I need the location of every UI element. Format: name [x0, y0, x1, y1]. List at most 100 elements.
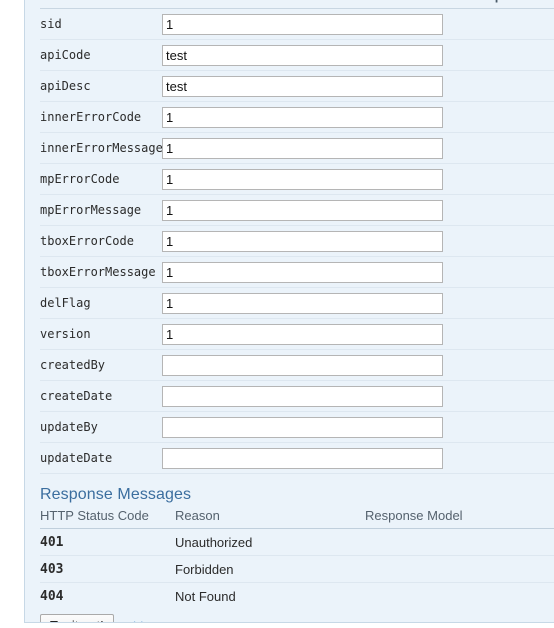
parameter-name-cell: updateDate — [40, 442, 162, 474]
parameter-name-cell: sid — [40, 8, 162, 40]
table-row: mpErrorMessage — [40, 194, 554, 226]
parameter-name-cell: delFlag — [40, 287, 162, 319]
response-model-cell — [365, 528, 554, 556]
parameter-description-cell — [455, 442, 554, 474]
parameter-input-tboxErrorMessage[interactable] — [162, 261, 443, 283]
parameter-input-innerErrorMessage[interactable] — [162, 137, 443, 159]
parameter-value-cell — [162, 70, 455, 102]
operation-inner: Parameter Value Description sidapiCodeap… — [25, 0, 554, 622]
table-row: apiCode — [40, 39, 554, 71]
parameter-input-tboxErrorCode[interactable] — [162, 230, 443, 252]
column-header-description: Description — [455, 0, 554, 9]
parameter-value-cell — [162, 8, 455, 40]
table-row: 404 Not Found — [40, 583, 554, 610]
parameter-value-cell — [162, 256, 455, 288]
parameter-value-cell — [162, 132, 455, 164]
parameter-value-cell — [162, 194, 455, 226]
parameter-name-cell: apiDesc — [40, 70, 162, 102]
reason-cell: Not Found — [175, 588, 236, 604]
parameter-value-cell — [162, 225, 455, 257]
table-row: tboxErrorCode — [40, 225, 554, 257]
parameter-input-createDate[interactable] — [162, 385, 443, 407]
parameter-description-cell — [455, 101, 554, 133]
column-header-parameter: Parameter — [40, 0, 162, 9]
parameter-description-cell — [455, 39, 554, 71]
reason-cell: Forbidden — [175, 555, 365, 583]
parameter-name-cell: mpErrorCode — [40, 163, 162, 195]
column-header-http-status-code: HTTP Status Code — [40, 506, 175, 529]
table-row: 403 Forbidden — [40, 555, 554, 583]
parameter-name-cell: updateBy — [40, 411, 162, 443]
parameter-name-cell: createdBy — [40, 349, 162, 381]
parameter-input-version[interactable] — [162, 323, 443, 345]
parameter-name-cell: mpErrorMessage — [40, 194, 162, 226]
parameter-input-updateDate[interactable] — [162, 447, 443, 469]
parameter-description-cell — [455, 163, 554, 195]
table-row: innerErrorCode — [40, 101, 554, 133]
table-row: delFlag — [40, 287, 554, 319]
parameters-header-row: Parameter Value Description — [40, 0, 554, 9]
parameter-input-mpErrorMessage[interactable] — [162, 199, 443, 221]
parameter-name-cell: innerErrorMessage — [40, 132, 163, 164]
hide-response-link[interactable]: Hide Response — [124, 619, 213, 622]
parameter-value-cell — [162, 101, 455, 133]
screenshot-root: Parameter Value Description sidapiCodeap… — [0, 0, 554, 628]
try-it-out-button[interactable]: Try it out! — [40, 614, 114, 622]
table-row: mpErrorCode — [40, 163, 554, 195]
table-row: sid — [40, 8, 554, 40]
parameter-input-delFlag[interactable] — [162, 292, 443, 314]
parameter-input-mpErrorCode[interactable] — [162, 168, 443, 190]
table-row: updateDate — [40, 442, 554, 474]
parameter-value-cell — [162, 411, 455, 443]
parameter-description-cell — [455, 132, 554, 164]
parameter-input-apiDesc[interactable] — [162, 75, 443, 97]
table-row: updateBy — [40, 411, 554, 443]
parameter-input-createdBy[interactable] — [162, 354, 443, 376]
table-row: version — [40, 318, 554, 350]
parameter-description-cell — [455, 194, 554, 226]
parameter-value-cell — [162, 318, 455, 350]
parameter-name-cell: innerErrorCode — [40, 101, 162, 133]
response-messages-header-row: HTTP Status Code Reason Response Model — [40, 506, 554, 529]
response-messages-table: HTTP Status Code Reason Response Model 4… — [40, 506, 554, 609]
parameter-description-cell — [455, 8, 554, 40]
parameter-name-cell: version — [40, 318, 162, 350]
table-row: 401 Unauthorized — [40, 528, 554, 556]
status-code-cell: 401 — [40, 528, 175, 556]
table-row: createDate — [40, 380, 554, 412]
parameter-value-cell — [162, 380, 455, 412]
parameter-description-cell — [455, 380, 554, 412]
parameter-value-cell — [162, 349, 455, 381]
parameter-description-cell — [455, 411, 554, 443]
parameter-input-apiCode[interactable] — [162, 44, 443, 66]
column-header-reason: Reason — [175, 506, 365, 529]
status-code-cell: 404 — [40, 588, 64, 604]
swagger-operation-content: Parameter Value Description sidapiCodeap… — [24, 0, 554, 623]
parameter-description-cell — [455, 349, 554, 381]
response-messages-title: Response Messages — [40, 486, 192, 503]
response-model-cell — [365, 555, 554, 583]
parameter-input-sid[interactable] — [162, 13, 443, 35]
parameter-value-cell — [162, 287, 455, 319]
status-code-cell: 403 — [40, 555, 175, 583]
table-row: tboxErrorMessage — [40, 256, 554, 288]
parameter-input-updateBy[interactable] — [162, 416, 443, 438]
parameter-name-cell: tboxErrorCode — [40, 225, 162, 257]
parameter-value-cell — [162, 442, 455, 474]
parameter-value-cell — [162, 163, 455, 195]
response-messages-head: HTTP Status Code Reason Response Model — [40, 506, 554, 529]
parameter-name-cell: tboxErrorMessage — [40, 256, 162, 288]
parameters-table-head: Parameter Value Description — [40, 0, 554, 9]
parameter-description-cell — [455, 256, 554, 288]
column-header-response-model: Response Model — [365, 506, 554, 529]
parameters-table-body: sidapiCodeapiDescinnerErrorCodeinnerErro… — [40, 8, 554, 474]
table-row: createdBy — [40, 349, 554, 381]
parameter-description-cell — [455, 225, 554, 257]
parameter-name-cell: createDate — [40, 380, 162, 412]
parameter-name-cell: apiCode — [40, 39, 162, 71]
response-model-cell — [365, 583, 554, 610]
parameters-table: Parameter Value Description sidapiCodeap… — [40, 0, 554, 474]
table-row: innerErrorMessage — [40, 132, 554, 164]
parameter-input-innerErrorCode[interactable] — [162, 106, 443, 128]
table-row: apiDesc — [40, 70, 554, 102]
